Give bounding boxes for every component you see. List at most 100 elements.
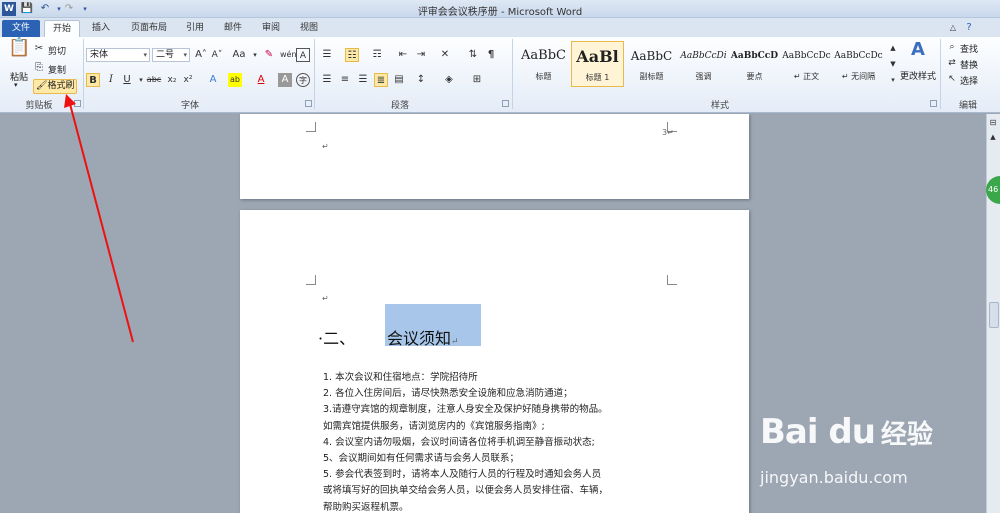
ribbon-tabs: 文件 开始 插入 页面布局 引用 邮件 审阅 视图 △ ? bbox=[0, 18, 1000, 37]
justify-icon[interactable]: ≣ bbox=[374, 73, 388, 87]
styles-scroll-up-icon[interactable]: ▲ bbox=[886, 41, 900, 55]
chevron-down-icon[interactable]: ▾ bbox=[248, 48, 262, 62]
style-title[interactable]: AaBbC 标题 bbox=[517, 41, 570, 87]
tab-references[interactable]: 引用 bbox=[178, 20, 212, 37]
style-normal[interactable]: AaBbCcDc ↵ 正文 bbox=[780, 41, 833, 87]
styles-group-label: 样式 bbox=[710, 101, 729, 111]
select-button[interactable]: 选择 bbox=[960, 74, 978, 87]
paste-dropdown-icon[interactable]: ▾ bbox=[14, 81, 18, 89]
shading-icon[interactable]: ◈ bbox=[442, 73, 456, 87]
replace-button[interactable]: 替换 bbox=[960, 58, 978, 71]
text-effects-icon[interactable]: A bbox=[206, 73, 220, 87]
tab-mailings[interactable]: 邮件 bbox=[216, 20, 250, 37]
underline-icon[interactable]: U bbox=[120, 73, 134, 87]
sort-icon[interactable]: ⇅ bbox=[466, 48, 480, 62]
style-heading-1[interactable]: AaBl 标题 1 bbox=[571, 41, 624, 87]
clear-formatting-icon[interactable]: ✎ bbox=[262, 48, 276, 62]
borders-icon[interactable]: ⊞ bbox=[470, 73, 484, 87]
watermark-brand: Bai du bbox=[760, 412, 876, 452]
page-number-text: 3 bbox=[662, 128, 668, 137]
copy-button[interactable]: 复制 bbox=[48, 63, 66, 76]
show-formatting-icon[interactable]: ¶ bbox=[484, 48, 498, 62]
change-styles-icon[interactable]: A bbox=[906, 41, 930, 67]
italic-icon[interactable]: I bbox=[104, 73, 118, 87]
paste-button[interactable]: 粘贴 bbox=[10, 70, 28, 83]
highlight-icon[interactable]: ab bbox=[228, 73, 242, 87]
paste-icon[interactable]: 📋 bbox=[8, 39, 30, 63]
change-case-button[interactable]: Aa bbox=[230, 48, 248, 62]
style-subtitle[interactable]: AaBbC 副标题 bbox=[625, 41, 678, 87]
bullets-icon[interactable]: ☰ bbox=[320, 48, 334, 62]
tab-file[interactable]: 文件 bbox=[2, 20, 40, 37]
bold-icon[interactable]: B bbox=[86, 73, 100, 87]
style-emphasis[interactable]: AaBbCcDi 强调 bbox=[677, 41, 730, 87]
tab-view[interactable]: 视图 bbox=[292, 20, 326, 37]
tab-review[interactable]: 审阅 bbox=[254, 20, 288, 37]
superscript-icon[interactable]: x² bbox=[181, 73, 195, 87]
distributed-icon[interactable]: ▤ bbox=[392, 73, 406, 87]
line-spacing-icon[interactable]: ↕ bbox=[414, 73, 428, 87]
character-border-icon[interactable]: A bbox=[296, 48, 310, 62]
grow-font-icon[interactable]: A˄ bbox=[194, 48, 208, 62]
character-shading-icon[interactable]: A bbox=[278, 73, 292, 87]
decrease-indent-icon[interactable]: ⇤ bbox=[396, 48, 410, 62]
numbering-icon[interactable]: ☷ bbox=[345, 48, 359, 62]
align-center-icon[interactable]: ≡ bbox=[338, 73, 352, 87]
format-painter-button[interactable]: 🖌格式刷 bbox=[33, 79, 77, 94]
styles-more-icon[interactable]: ▾ bbox=[886, 73, 900, 87]
paragraph-launcher-icon[interactable] bbox=[502, 100, 509, 107]
change-styles-button[interactable]: 更改样式 bbox=[900, 69, 936, 82]
style-strong[interactable]: AaBbCcD 要点 bbox=[728, 41, 781, 87]
font-name-select[interactable]: 宋体 ▾ bbox=[86, 48, 150, 62]
enclose-character-icon[interactable]: 字 bbox=[296, 73, 310, 87]
cut-icon[interactable]: ✂ bbox=[33, 42, 45, 56]
heading-text[interactable]: 会议须知↵ bbox=[387, 325, 459, 349]
change-case-label: Aa bbox=[232, 49, 246, 60]
find-icon[interactable]: ⌕ bbox=[946, 40, 958, 54]
increase-indent-icon[interactable]: ⇥ bbox=[414, 48, 428, 62]
phonetic-guide-icon[interactable]: wén bbox=[280, 48, 297, 62]
font-color-icon[interactable]: A bbox=[254, 73, 268, 87]
font-name-value: 宋体 bbox=[90, 50, 109, 60]
page-number: 3↵ bbox=[662, 128, 674, 137]
align-left-icon[interactable]: ☰ bbox=[320, 73, 334, 87]
subscript-icon[interactable]: x₂ bbox=[165, 73, 179, 87]
font-size-select[interactable]: 二号 ▾ bbox=[152, 48, 190, 62]
minimize-ribbon-icon[interactable]: △ bbox=[946, 21, 960, 35]
shrink-font-icon[interactable]: A˅ bbox=[210, 48, 224, 62]
cut-button[interactable]: 剪切 bbox=[48, 44, 66, 57]
page-margin-corner bbox=[306, 122, 316, 132]
find-button[interactable]: 查找 bbox=[960, 42, 978, 55]
select-icon[interactable]: ↖ bbox=[946, 72, 958, 86]
styles-scroll-down-icon[interactable]: ▼ bbox=[886, 57, 900, 71]
font-launcher-icon[interactable] bbox=[305, 100, 312, 107]
multilevel-list-icon[interactable]: ☶ bbox=[370, 48, 384, 62]
align-right-icon[interactable]: ☰ bbox=[356, 73, 370, 87]
page-previous[interactable]: 3↵ ↵ bbox=[240, 114, 749, 199]
document-area[interactable]: 3↵ ↵ ↵ ·二、 会议须知↵ 1. 本次会议和住宿地点：学院招待所 2. 各… bbox=[0, 114, 986, 513]
style-name: ↵ 无间隔 bbox=[841, 72, 876, 81]
body-text[interactable]: 1. 本次会议和住宿地点：学院招待所 2. 各位入住房间后，请尽快熟悉安全设施和… bbox=[323, 370, 608, 513]
copy-icon[interactable]: ⎘ bbox=[33, 61, 45, 75]
style-name: 强调 bbox=[695, 72, 712, 81]
tab-insert[interactable]: 插入 bbox=[84, 20, 118, 37]
ribbon: 📋 粘贴 ▾ ✂ 剪切 ⎘ 复制 🖌格式刷 剪贴板 宋体 ▾ 二号 ▾ A˄ A˅ … bbox=[0, 37, 1000, 113]
clipboard-launcher-icon[interactable] bbox=[74, 100, 81, 107]
style-name: 副标题 bbox=[639, 72, 664, 81]
style-preview: AaBbCcDi bbox=[680, 51, 727, 61]
chevron-down-icon: ▾ bbox=[183, 51, 187, 59]
help-icon[interactable]: ? bbox=[962, 21, 976, 35]
scrollbar-thumb[interactable] bbox=[989, 302, 999, 328]
body-line: 帮助购买返程机票。 bbox=[323, 501, 409, 513]
chinese-layout-icon[interactable]: ✕ bbox=[438, 48, 452, 62]
styles-launcher-icon[interactable] bbox=[930, 100, 937, 107]
ruler-toggle-icon[interactable]: ⊟ bbox=[987, 116, 999, 130]
tab-home[interactable]: 开始 bbox=[44, 20, 80, 37]
replace-icon[interactable]: ⇄ bbox=[946, 56, 958, 70]
group-separator bbox=[940, 39, 941, 109]
strikethrough-icon[interactable]: abc bbox=[146, 73, 162, 87]
scroll-up-icon[interactable]: ▲ bbox=[987, 130, 999, 144]
vertical-scrollbar[interactable]: ⊟ ▲ bbox=[986, 114, 1000, 513]
style-no-spacing[interactable]: AaBbCcDc ↵ 无间隔 bbox=[832, 41, 885, 87]
tab-page-layout[interactable]: 页面布局 bbox=[124, 20, 174, 37]
